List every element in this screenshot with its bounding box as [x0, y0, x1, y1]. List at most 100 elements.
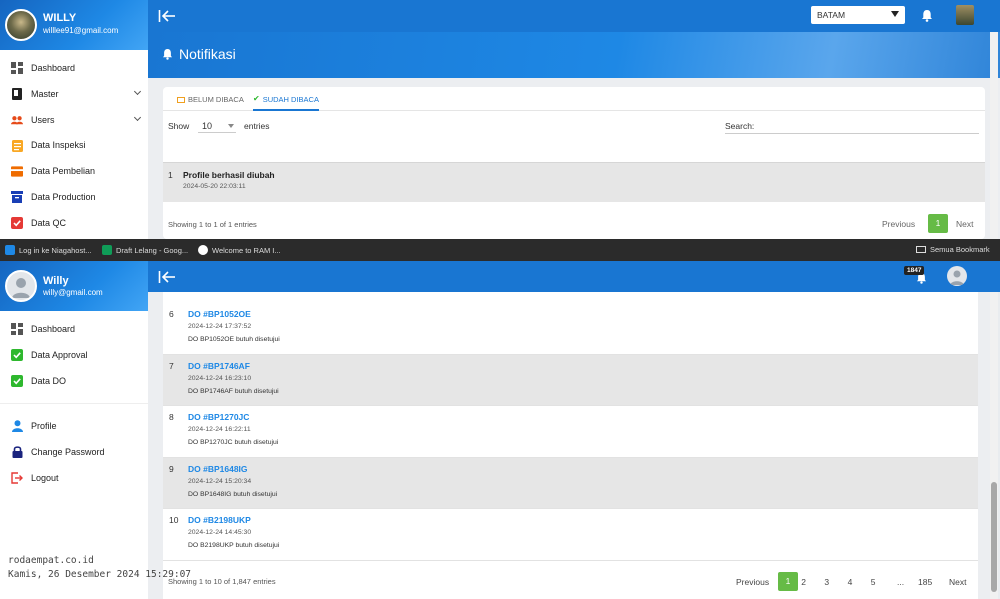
row-time: 2024-12-24 14:45:30 [188, 529, 252, 536]
row-number: 6 [169, 309, 174, 319]
sidebar-item-data-approval[interactable]: Data Approval [0, 342, 148, 368]
top-scrollbar[interactable] [990, 32, 998, 239]
entries-select[interactable]: 10 [198, 117, 236, 133]
sidebar-item-label: Data DO [31, 375, 67, 386]
header-avatar[interactable] [947, 266, 967, 286]
bookmark-folder[interactable]: Semua Bookmark [916, 245, 990, 254]
sidebar-item-change-password[interactable]: Change Password [0, 439, 148, 465]
table-row[interactable]: 10 DO #B2198UKP 2024-12-24 14:45:30 DO B219… [163, 509, 978, 561]
pagination-next[interactable]: Next [956, 219, 973, 229]
profile-email: willlee91@gmail.com [43, 26, 119, 35]
page-banner: Notifikasi [148, 32, 1000, 78]
row-title-link[interactable]: DO #BP1648IG [188, 464, 248, 474]
pagination-previous[interactable]: Previous [736, 577, 769, 587]
book-icon [11, 87, 23, 100]
table-row[interactable]: 6 DO #BP1052OE 2024-12-24 17:37:52 DO BP105… [163, 303, 978, 355]
header-avatar[interactable] [956, 5, 974, 25]
avatar[interactable] [5, 270, 37, 302]
profile-name: Willy [43, 275, 69, 287]
pagination-last-page[interactable]: 185 [918, 577, 932, 587]
bookmark-bar: Log in ke Niagahost... Draft Lelang - Go… [0, 239, 1000, 261]
notification-list-card: 6 DO #BP1052OE 2024-12-24 17:37:52 DO BP105… [163, 292, 978, 599]
sidebar-item-label: Data Production [31, 192, 96, 202]
pagination-page-4[interactable]: 4 [848, 577, 853, 587]
row-title-link[interactable]: DO #BP1052OE [188, 309, 251, 319]
sidebar-item-dashboard[interactable]: Dashboard [0, 55, 148, 81]
table-info: Showing 1 to 1 of 1 entries [168, 220, 257, 229]
logout-icon [11, 471, 23, 484]
row-title-link[interactable]: DO #BP1270JC [188, 412, 249, 422]
bottom-sidebar-profile: Willy willy@gmail.com [0, 261, 148, 311]
table-row[interactable]: 7 DO #BP1746AF 2024-12-24 16:23:10 DO BP174… [163, 354, 978, 406]
row-number: 8 [169, 412, 174, 422]
sidebar-item-data-inspeksi[interactable]: Data Inspeksi [0, 132, 148, 158]
chevron-down-icon [228, 124, 234, 128]
row-title-link[interactable]: DO #B2198UKP [188, 515, 251, 525]
row-time: 2024-12-24 16:23:10 [188, 374, 252, 382]
bookmark-draft-lelang[interactable]: Draft Lelang - Goog... [102, 245, 188, 255]
collapse-sidebar-icon[interactable] [158, 9, 176, 23]
sidebar-item-users[interactable]: Users [0, 107, 148, 133]
row-number: 9 [169, 463, 174, 474]
profile-name: WILLY [43, 12, 77, 24]
row-description: DO B2198UKP butuh disetujui [188, 542, 280, 549]
sidebar-item-data-do[interactable]: Data DO [0, 368, 148, 394]
bottom-scrollbar[interactable] [990, 292, 998, 599]
sidebar-item-profile[interactable]: Profile [0, 413, 148, 439]
row-description: DO BP1648IG butuh disetujui [188, 490, 278, 498]
watermark-timestamp: Kamis, 26 Desember 2024 15:29:07 [8, 569, 192, 580]
sidebar-item-label: Data Pembelian [31, 166, 96, 177]
location-select-value: BATAM [817, 10, 846, 20]
users-icon [11, 114, 23, 126]
bell-icon [162, 47, 173, 65]
table-row[interactable]: 8 DO #BP1270JC 2024-12-24 16:22:11 DO BP127… [163, 406, 978, 458]
row-number: 1 [168, 170, 173, 180]
check-square-icon [11, 374, 23, 387]
sidebar-item-dashboard[interactable]: Dashboard [0, 316, 148, 342]
check-square-icon [11, 348, 23, 361]
check-icon: ✔ [253, 94, 260, 103]
pagination-page-2[interactable]: 2 [801, 577, 806, 587]
dashboard-icon [11, 323, 23, 335]
sidebar-item-data-production[interactable]: Data Production [0, 184, 148, 210]
sidebar-item-label: Dashboard [31, 324, 76, 334]
sidebar-item-logout[interactable]: Logout [0, 465, 148, 491]
scrollbar-thumb[interactable] [991, 482, 997, 592]
pagination-page-5[interactable]: 5 [871, 577, 876, 587]
envelope-icon [177, 96, 185, 103]
sidebar-item-data-pembelian[interactable]: Data Pembelian [0, 158, 148, 184]
pagination-page-1[interactable]: 1 [928, 214, 948, 233]
pagination-previous[interactable]: Previous [882, 219, 915, 229]
sidebar-item-master[interactable]: Master [0, 81, 148, 107]
bookmark-niagahoster[interactable]: Log in ke Niagahost... [5, 245, 92, 255]
collapse-sidebar-icon[interactable] [158, 270, 176, 284]
check-square-icon [11, 216, 23, 229]
sidebar-item-data-qc[interactable]: Data QC [0, 210, 148, 236]
tab-belum-dibaca[interactable]: BELUM DIBACA [177, 95, 244, 104]
search-label: Search: [725, 121, 755, 131]
chevron-down-icon [891, 11, 899, 17]
dashboard-icon [11, 62, 23, 74]
row-description: DO BP1270JC butuh disetujui [188, 439, 279, 446]
pagination-next[interactable]: Next [949, 577, 966, 587]
google-sheets-icon [102, 245, 112, 255]
table-row[interactable]: 9 DO #BP1648IG 2024-12-24 15:20:34 DO BP164… [163, 457, 978, 509]
sidebar-item-label: Logout [31, 472, 59, 483]
search-input[interactable] [725, 133, 979, 134]
location-select[interactable]: BATAM [811, 6, 905, 24]
sidebar-item-label: Dashboard [31, 63, 76, 73]
table-row[interactable]: 1 Profile berhasil diubah 2024-05-20 22:03… [163, 162, 985, 202]
sidebar-item-label: Change Password [31, 446, 105, 457]
bookmark-ram[interactable]: Welcome to RAM I... [198, 245, 281, 255]
avatar[interactable] [5, 9, 37, 41]
row-description: DO BP1052OE butuh disetujui [188, 336, 280, 343]
tab-sudah-dibaca[interactable]: ✔ SUDAH DIBACA [253, 87, 319, 111]
row-title-link[interactable]: DO #BP1746AF [188, 361, 250, 371]
chevron-down-icon [133, 113, 142, 121]
pagination-page-3[interactable]: 3 [824, 577, 829, 587]
pagination-page-1[interactable]: 1 [778, 572, 798, 591]
bell-icon[interactable] [921, 9, 933, 27]
lock-icon [11, 446, 23, 459]
top-sidebar: WILLY willlee91@gmail.com Dashboard Maste… [0, 0, 148, 239]
sidebar-item-label: Data QC [31, 217, 67, 228]
